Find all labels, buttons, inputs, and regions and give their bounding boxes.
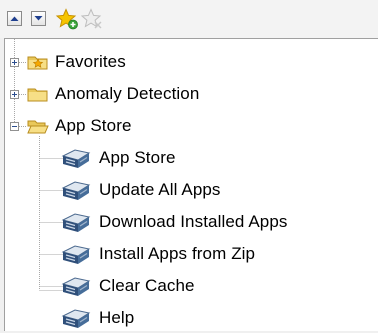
tree-item-label: App Store <box>99 148 176 167</box>
tree-item-label: Install Apps from Zip <box>99 244 256 263</box>
collapse-all-button[interactable] <box>7 11 22 26</box>
expand-all-button[interactable] <box>31 11 46 26</box>
tree-item-label: Download Installed Apps <box>99 212 288 231</box>
expand-favorites-button[interactable] <box>10 58 19 67</box>
collapse-app-store-button[interactable] <box>10 122 19 131</box>
app-icon <box>62 213 90 233</box>
tree-node-anomaly-detection[interactable]: Anomaly Detection <box>27 79 199 109</box>
tree-item-label: Clear Cache <box>99 276 195 295</box>
favorites-folder-icon <box>27 56 48 70</box>
tree-item-app-store[interactable]: App Store <box>61 143 176 173</box>
star-disabled-icon[interactable] <box>80 8 104 30</box>
tree-item-help[interactable]: Help <box>61 303 134 333</box>
tree-item-update-all-apps[interactable]: Update All Apps <box>61 175 221 205</box>
tree-item-install-apps-from-zip[interactable]: Install Apps from Zip <box>61 239 255 269</box>
tree-view: Favorites Anomaly Detection App Store Ap… <box>4 38 378 331</box>
star-add-icon[interactable] <box>55 8 79 30</box>
tree-item-download-installed-apps[interactable]: Download Installed Apps <box>61 207 287 237</box>
chevron-up-icon <box>10 16 19 21</box>
app-icon <box>62 309 90 329</box>
tree-item-clear-cache[interactable]: Clear Cache <box>61 271 195 301</box>
open-folder-icon <box>27 120 49 134</box>
tree-node-label: Favorites <box>55 52 126 71</box>
minus-icon <box>12 126 17 127</box>
chevron-down-icon <box>34 16 43 21</box>
app-icon <box>62 245 90 265</box>
app-icon <box>62 277 90 297</box>
tree-node-favorites[interactable]: Favorites <box>27 47 126 77</box>
tree-node-label: Anomaly Detection <box>55 84 200 103</box>
expand-anomaly-detection-button[interactable] <box>10 90 19 99</box>
tree-item-label: Update All Apps <box>99 180 221 199</box>
app-icon <box>62 149 90 169</box>
tree-node-app-store[interactable]: App Store <box>27 111 132 141</box>
tree-item-label: Help <box>99 308 135 327</box>
folder-icon <box>27 88 48 102</box>
plus-icon <box>12 92 17 97</box>
app-icon <box>62 181 90 201</box>
toolbar <box>0 0 378 38</box>
plus-icon <box>12 60 17 65</box>
tree-node-label: App Store <box>55 116 132 135</box>
